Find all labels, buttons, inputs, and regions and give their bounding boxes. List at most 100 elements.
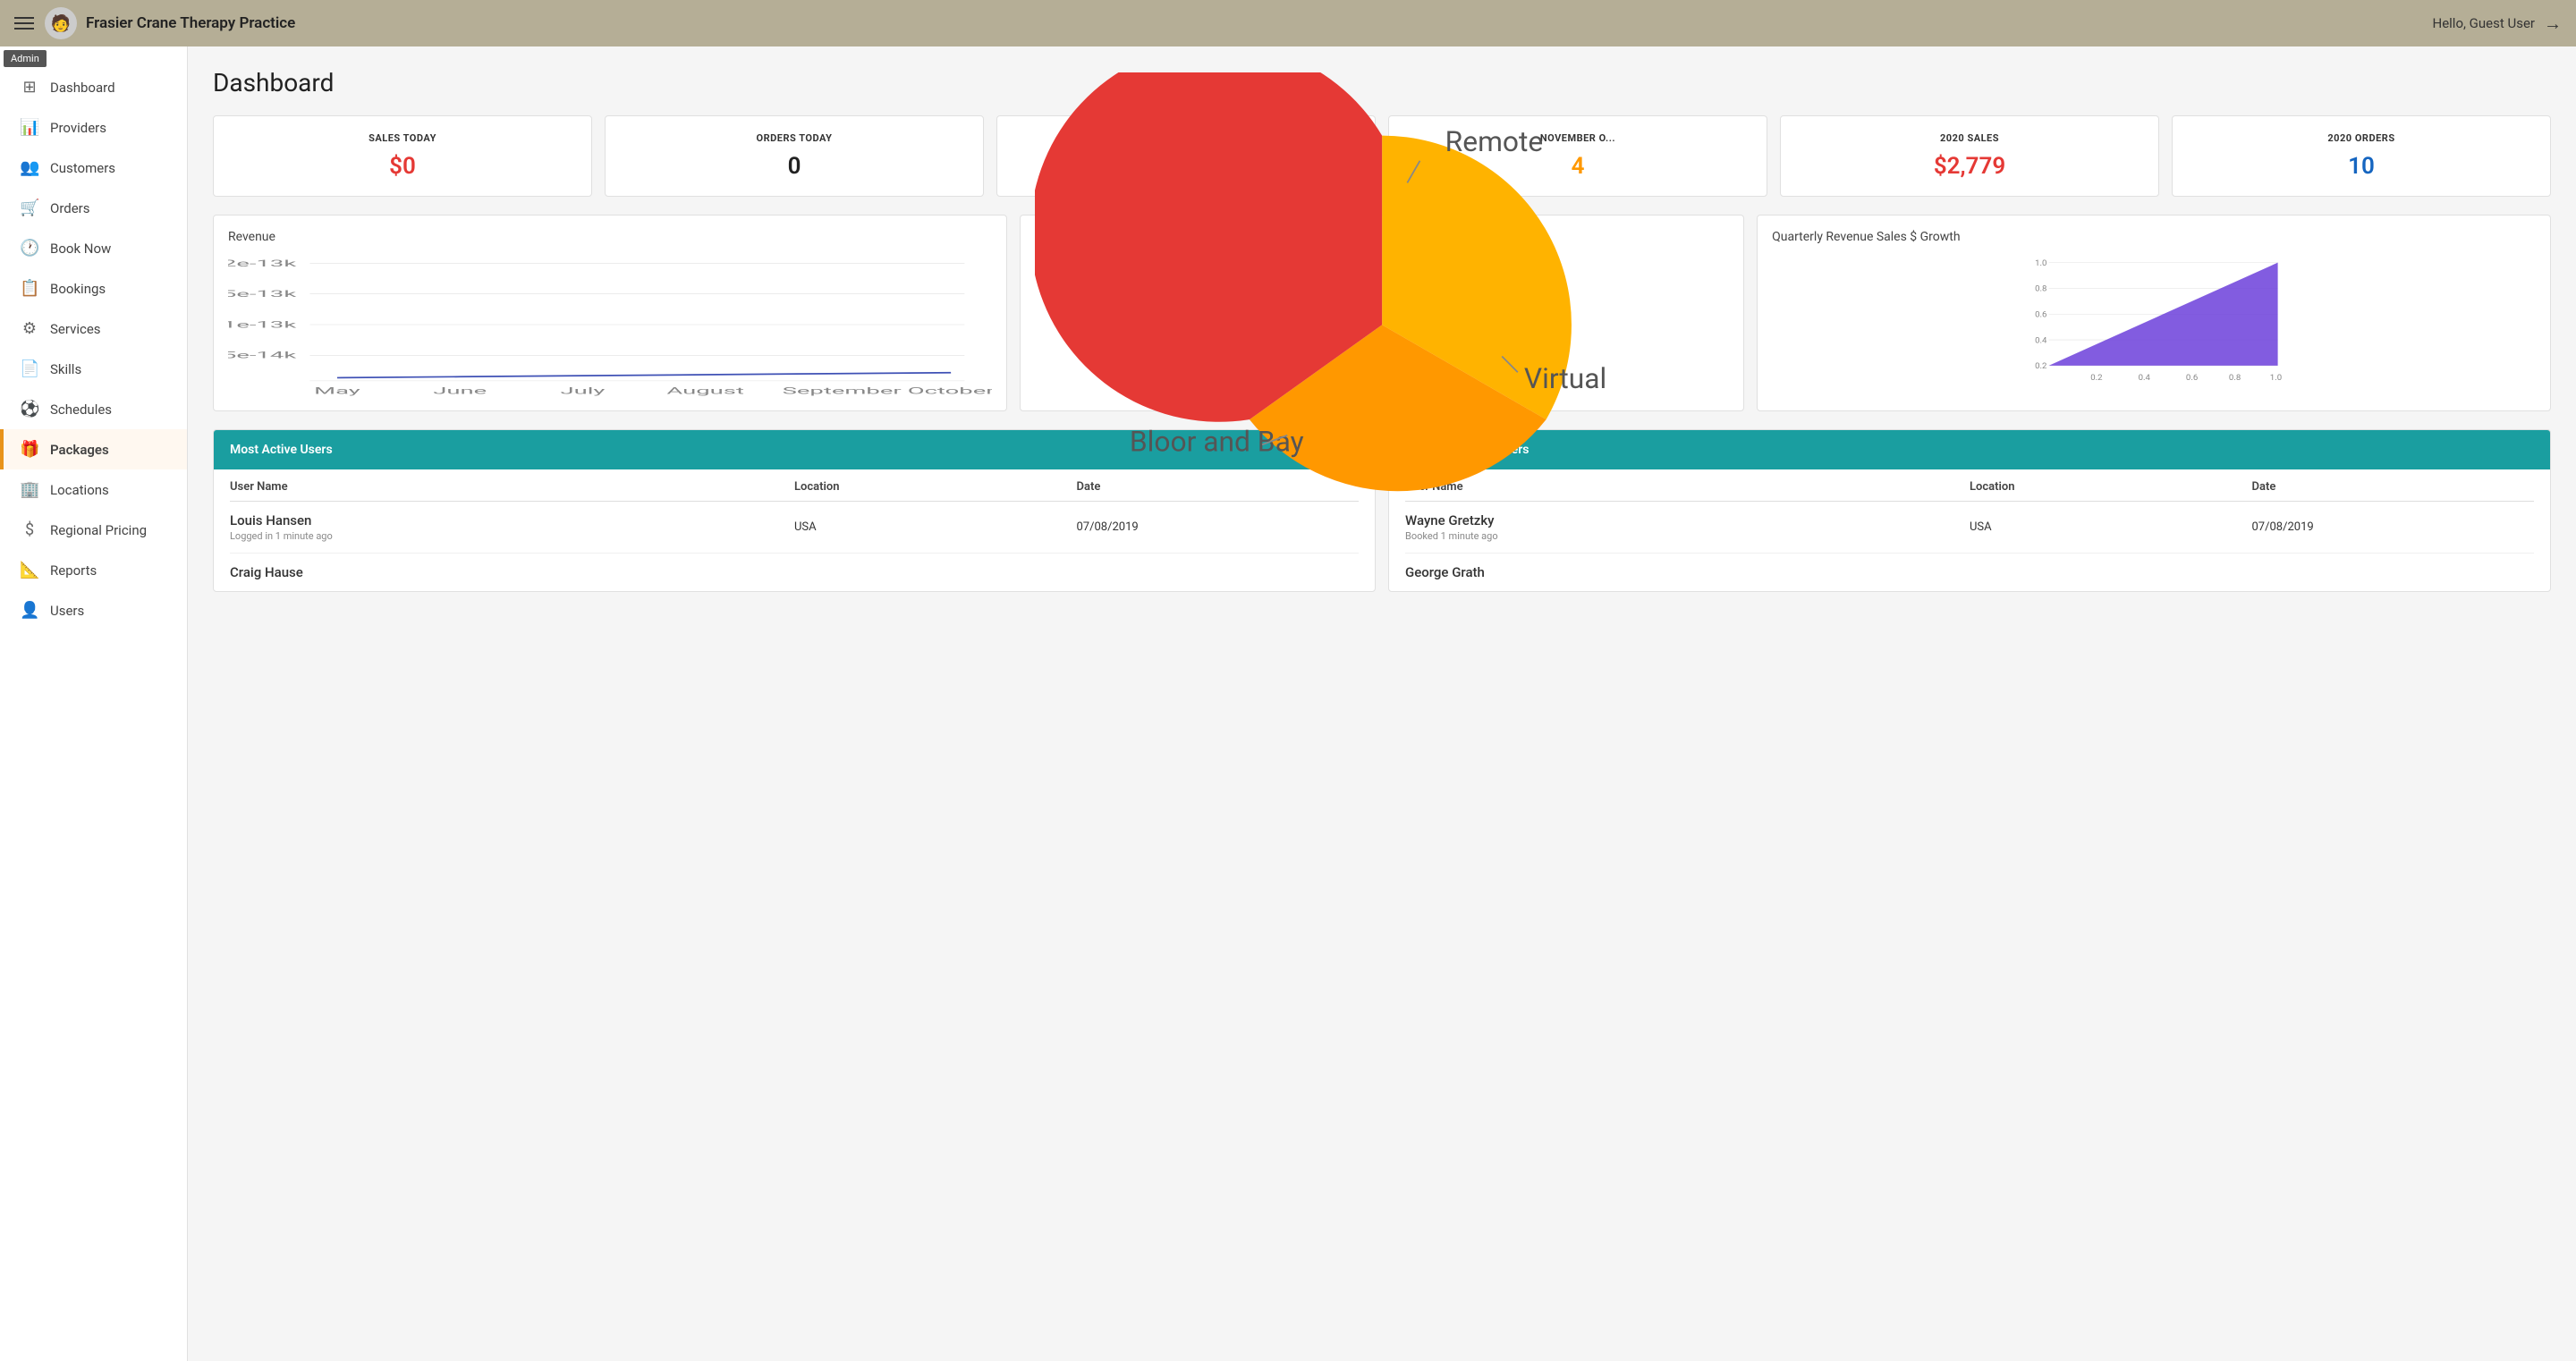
svg-text:August: August xyxy=(666,386,744,396)
stat-card-orders-today: ORDERS TODAY 0 xyxy=(605,115,984,197)
sidebar-item-schedules[interactable]: ⚽ Schedules xyxy=(0,389,187,429)
app-title: Frasier Crane Therapy Practice xyxy=(86,14,2433,32)
sidebar-label-services: Services xyxy=(50,321,101,337)
sidebar-label-reports: Reports xyxy=(50,562,97,579)
avatar: 🧑 xyxy=(45,7,77,39)
dashboard-icon: ⊞ xyxy=(20,78,39,97)
sidebar-label-customers: Customers xyxy=(50,160,115,176)
svg-text:June: June xyxy=(433,386,487,396)
svg-text:1.0: 1.0 xyxy=(2035,258,2046,268)
svg-text:May: May xyxy=(314,386,360,396)
user-sub: Logged in 1 minute ago xyxy=(230,530,794,542)
revenue-chart-title: Revenue xyxy=(228,230,992,244)
svg-text:2e-13k: 2e-13k xyxy=(228,258,297,269)
pie-chart-area: Remote Virtual Bloor and Bay xyxy=(1035,253,1729,396)
growth-chart-card: Quarterly Revenue Sales $ Growth 1.0 0.8… xyxy=(1757,215,2551,411)
sidebar-item-providers[interactable]: 📊 Providers xyxy=(0,107,187,148)
sidebar-label-packages: Packages xyxy=(50,442,109,458)
customers-icon: 👥 xyxy=(20,158,39,177)
stat-value-orders-today: 0 xyxy=(618,153,970,180)
user-info: Louis Hansen Logged in 1 minute ago xyxy=(230,512,794,542)
sidebar-item-bookings[interactable]: 📋 Bookings xyxy=(0,268,187,309)
provider-location: USA xyxy=(1970,520,2252,534)
providers-icon: 📊 xyxy=(20,118,39,137)
svg-text:September: September xyxy=(783,386,902,396)
stat-card-2020-orders: 2020 ORDERS 10 xyxy=(2172,115,2551,197)
user-name: Craig Hause xyxy=(230,564,794,580)
sidebar-item-book-now[interactable]: 🕐 Book Now xyxy=(0,228,187,268)
sidebar-item-dashboard[interactable]: ⊞ Dashboard xyxy=(0,67,187,107)
svg-text:5e-14k: 5e-14k xyxy=(228,351,297,361)
user-name: Louis Hansen xyxy=(230,512,794,528)
sidebar-item-locations[interactable]: 🏢 Locations xyxy=(0,469,187,510)
sidebar-item-packages[interactable]: 🎁 Packages xyxy=(0,429,187,469)
stat-value-2020-orders: 10 xyxy=(2185,153,2538,180)
topbar: 🧑 Frasier Crane Therapy Practice Hello, … xyxy=(0,0,2576,46)
svg-text:Virtual: Virtual xyxy=(1524,362,1606,395)
revenue-chart-area: 2e-13k 5e-13k 1e-13k 5e-14k May June Jul… xyxy=(228,253,992,396)
pie-chart-svg: Remote Virtual Bloor and Bay xyxy=(1035,72,1729,578)
svg-text:July: July xyxy=(560,386,605,396)
sidebar-label-providers: Providers xyxy=(50,120,106,136)
stat-label-2020-sales: 2020 SALES xyxy=(1793,132,2146,144)
sidebar-item-services[interactable]: ⚙ Services xyxy=(0,309,187,349)
stat-card-2020-sales: 2020 SALES $2,779 xyxy=(1780,115,2159,197)
greeting-text: Hello, Guest User xyxy=(2433,15,2536,31)
menu-icon[interactable] xyxy=(14,17,34,30)
sidebar-label-users: Users xyxy=(50,603,84,619)
schedules-icon: ⚽ xyxy=(20,400,39,418)
packages-icon: 🎁 xyxy=(20,440,39,459)
admin-badge: Admin xyxy=(4,50,47,67)
sidebar: Admin ⊞ Dashboard 📊 Providers 👥 Customer… xyxy=(0,46,188,1361)
sidebar-label-bookings: Bookings xyxy=(50,281,106,297)
charts-row: Revenue 2e-13k 5e-13k 1e-13k 5e-14k xyxy=(213,215,2551,411)
growth-chart-area: 1.0 0.8 0.6 0.4 0.2 0.2 0.4 0.6 0.8 1.0 xyxy=(1772,253,2536,396)
bookings-icon: 📋 xyxy=(20,279,39,298)
pie-chart-card: Service Location xyxy=(1020,215,1744,411)
svg-text:0.2: 0.2 xyxy=(2090,373,2103,383)
reports-icon: 📐 xyxy=(20,561,39,579)
providers-col-location: Location xyxy=(1970,480,2252,494)
locations-icon: 🏢 xyxy=(20,480,39,499)
svg-text:October: October xyxy=(908,386,992,396)
user-info: Craig Hause xyxy=(230,564,794,580)
users-icon: 👤 xyxy=(20,601,39,620)
svg-text:0.8: 0.8 xyxy=(2229,373,2241,383)
logout-icon[interactable]: → xyxy=(2544,13,2562,35)
skills-icon: 📄 xyxy=(20,359,39,378)
sidebar-item-regional-pricing[interactable]: $ Regional Pricing xyxy=(0,510,187,550)
stat-value-sales-today: $0 xyxy=(226,153,579,180)
orders-icon: 🛒 xyxy=(20,199,39,217)
sidebar-label-orders: Orders xyxy=(50,200,90,216)
main-content: Dashboard SALES TODAY $0 ORDERS TODAY 0 … xyxy=(188,46,2576,1361)
revenue-chart-card: Revenue 2e-13k 5e-13k 1e-13k 5e-14k xyxy=(213,215,1007,411)
book-now-icon: 🕐 xyxy=(20,239,39,258)
services-icon: ⚙ xyxy=(20,319,39,338)
sidebar-label-skills: Skills xyxy=(50,361,81,377)
svg-text:1e-13k: 1e-13k xyxy=(228,319,297,330)
sidebar-label-book-now: Book Now xyxy=(50,241,111,257)
growth-chart-title: Quarterly Revenue Sales $ Growth xyxy=(1772,230,2536,244)
users-col-name: User Name xyxy=(230,480,794,494)
sidebar-item-customers[interactable]: 👥 Customers xyxy=(0,148,187,188)
sidebar-label-dashboard: Dashboard xyxy=(50,80,115,96)
stat-label-sales-today: SALES TODAY xyxy=(226,132,579,144)
sidebar-label-locations: Locations xyxy=(50,482,109,498)
sidebar-item-users[interactable]: 👤 Users xyxy=(0,590,187,630)
sidebar-item-skills[interactable]: 📄 Skills xyxy=(0,349,187,389)
svg-text:0.6: 0.6 xyxy=(2186,373,2198,383)
revenue-chart-svg: 2e-13k 5e-13k 1e-13k 5e-14k May June Jul… xyxy=(228,253,992,396)
provider-date: 07/08/2019 xyxy=(2252,520,2535,534)
stat-label-2020-orders: 2020 ORDERS xyxy=(2185,132,2538,144)
sidebar-item-orders[interactable]: 🛒 Orders xyxy=(0,188,187,228)
svg-text:0.8: 0.8 xyxy=(2035,284,2046,294)
regional-pricing-icon: $ xyxy=(20,520,39,539)
sidebar-label-schedules: Schedules xyxy=(50,402,112,418)
stat-label-orders-today: ORDERS TODAY xyxy=(618,132,970,144)
svg-text:Bloor and Bay: Bloor and Bay xyxy=(1130,425,1304,458)
svg-text:0.4: 0.4 xyxy=(2139,373,2151,383)
svg-text:5e-13k: 5e-13k xyxy=(228,289,297,300)
stat-value-2020-sales: $2,779 xyxy=(1793,153,2146,180)
sidebar-item-reports[interactable]: 📐 Reports xyxy=(0,550,187,590)
layout: Admin ⊞ Dashboard 📊 Providers 👥 Customer… xyxy=(0,46,2576,1361)
